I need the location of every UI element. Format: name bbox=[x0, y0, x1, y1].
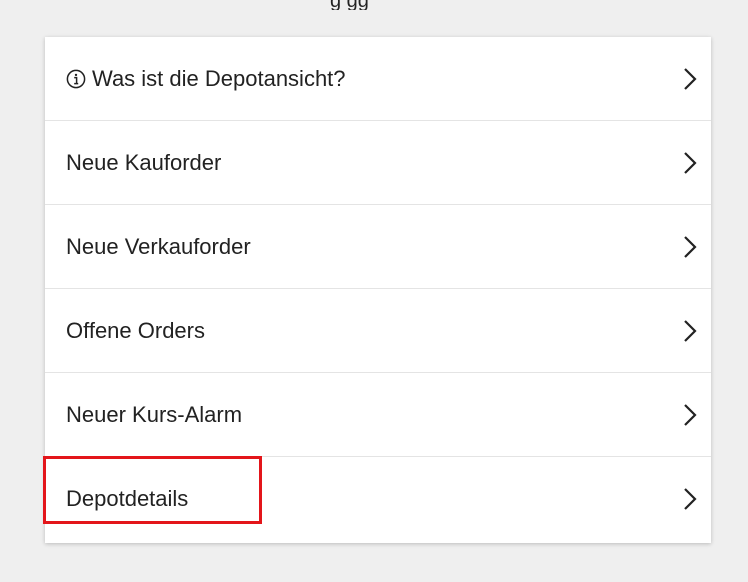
menu-item-label: Offene Orders bbox=[66, 318, 205, 343]
menu-item-depot-info[interactable]: Was ist die Depotansicht? bbox=[45, 37, 711, 121]
menu-item-offene-orders[interactable]: Offene Orders bbox=[45, 289, 711, 373]
clipped-top-text-content: g gg bbox=[330, 0, 369, 10]
chevron-right-icon bbox=[684, 68, 697, 90]
chevron-right-icon bbox=[684, 236, 697, 258]
menu-item-label-wrapper: Was ist die Depotansicht? bbox=[66, 37, 346, 121]
clipped-top-text: g gg bbox=[0, 0, 748, 10]
depot-action-menu: Was ist die Depotansicht? Neue Kauforder… bbox=[45, 37, 711, 543]
info-icon bbox=[66, 69, 86, 89]
chevron-right-icon bbox=[684, 152, 697, 174]
menu-item-label: Neuer Kurs-Alarm bbox=[66, 402, 243, 427]
menu-item-label: Neue Verkauforder bbox=[66, 234, 251, 259]
menu-item-label: Was ist die Depotansicht? bbox=[92, 66, 346, 91]
menu-item-depotdetails[interactable]: Depotdetails bbox=[45, 457, 711, 543]
menu-item-label: Neue Kauforder bbox=[66, 150, 222, 175]
menu-item-neue-verkauforder[interactable]: Neue Verkauforder bbox=[45, 205, 711, 289]
menu-item-neuer-kurs-alarm[interactable]: Neuer Kurs-Alarm bbox=[45, 373, 711, 457]
menu-item-neue-kauforder[interactable]: Neue Kauforder bbox=[45, 121, 711, 205]
chevron-right-icon bbox=[684, 488, 697, 510]
menu-item-label: Depotdetails bbox=[66, 486, 189, 511]
chevron-right-icon bbox=[684, 320, 697, 342]
chevron-right-icon bbox=[684, 404, 697, 426]
